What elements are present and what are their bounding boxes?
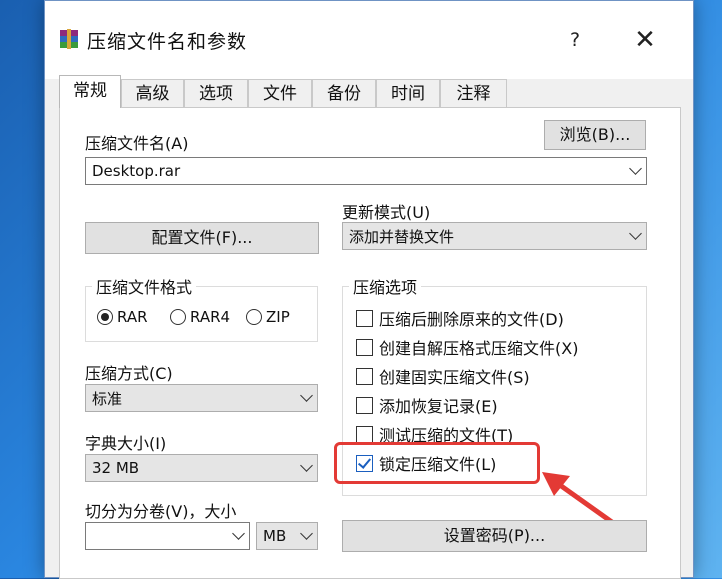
window-title: 压缩文件名和参数	[87, 31, 248, 53]
delete-after-label: 压缩后删除原来的文件(D)	[379, 310, 564, 329]
radio-dot	[97, 309, 113, 325]
radio-dot	[170, 309, 186, 325]
method-label: 压缩方式(C)	[85, 364, 173, 383]
solid-label: 创建固实压缩文件(S)	[379, 368, 530, 387]
update-mode-value: 添加并替换文件	[349, 227, 455, 246]
checkbox-box	[356, 309, 373, 327]
chevron-down-icon	[629, 227, 642, 240]
chevron-down-icon	[629, 162, 642, 175]
dictionary-select[interactable]: 32 MB	[85, 454, 318, 482]
winrar-icon	[60, 29, 78, 49]
tab-options[interactable]: 选项	[184, 79, 248, 107]
help-button[interactable]: ?	[555, 25, 595, 55]
title-bar[interactable]: 压缩文件名和参数 ? ✕	[45, 1, 693, 79]
update-mode-label: 更新模式(U)	[342, 203, 431, 222]
tab-backup[interactable]: 备份	[312, 79, 376, 107]
archive-name-label: 压缩文件名(A)	[85, 134, 189, 153]
radio-rar[interactable]: RAR	[97, 308, 148, 326]
update-mode-select[interactable]: 添加并替换文件	[342, 222, 647, 250]
radio-rar-label: RAR	[117, 308, 148, 326]
split-label: 切分为分卷(V)，大小	[85, 502, 237, 521]
profiles-button[interactable]: 配置文件(F)...	[85, 222, 319, 254]
radio-zip[interactable]: ZIP	[246, 308, 290, 326]
radio-rar4[interactable]: RAR4	[170, 308, 230, 326]
recovery-checkbox[interactable]: 添加恢复记录(E)	[356, 393, 498, 417]
format-group-title: 压缩文件格式	[92, 274, 197, 298]
dictionary-label: 字典大小(I)	[85, 434, 167, 453]
checkbox-box	[356, 367, 373, 385]
sfx-label: 创建自解压格式压缩文件(X)	[379, 339, 579, 358]
delete-after-checkbox[interactable]: 压缩后删除原来的文件(D)	[356, 306, 564, 330]
dictionary-value: 32 MB	[92, 459, 140, 477]
solid-checkbox[interactable]: 创建固实压缩文件(S)	[356, 364, 530, 388]
chevron-down-icon	[232, 527, 245, 540]
chevron-down-icon	[300, 389, 313, 402]
split-unit-value: MB	[263, 527, 287, 545]
highlight-annotation	[334, 442, 540, 484]
checkbox-box	[356, 396, 373, 414]
split-size-combo[interactable]	[85, 522, 250, 550]
tab-time[interactable]: 时间	[376, 79, 440, 107]
close-button[interactable]: ✕	[625, 23, 665, 57]
archive-name-combo[interactable]: Desktop.rar	[85, 157, 647, 185]
set-password-button[interactable]: 设置密码(P)...	[342, 520, 647, 552]
archive-name-value: Desktop.rar	[92, 162, 181, 180]
chevron-down-icon	[300, 527, 313, 540]
archive-dialog: 压缩文件名和参数 ? ✕ 常规 高级 选项 文件 备份 时间 注释 压缩文件名(…	[44, 0, 694, 579]
browse-button[interactable]: 浏览(B)...	[544, 120, 646, 150]
checkbox-box	[356, 338, 373, 356]
tab-files[interactable]: 文件	[248, 79, 312, 107]
tab-advanced[interactable]: 高级	[121, 79, 184, 107]
options-group-title: 压缩选项	[349, 274, 422, 298]
general-panel: 压缩文件名(A) 浏览(B)... Desktop.rar 更新模式(U) 配置…	[59, 107, 681, 579]
checkbox-box	[356, 425, 373, 443]
radio-zip-label: ZIP	[266, 308, 290, 326]
recovery-label: 添加恢复记录(E)	[379, 397, 498, 416]
method-value: 标准	[92, 389, 123, 408]
tab-comment[interactable]: 注释	[440, 79, 507, 107]
tab-general[interactable]: 常规	[59, 75, 121, 108]
method-select[interactable]: 标准	[85, 384, 318, 412]
radio-dot	[246, 309, 262, 325]
chevron-down-icon	[300, 459, 313, 472]
split-unit-select[interactable]: MB	[256, 522, 318, 550]
sfx-checkbox[interactable]: 创建自解压格式压缩文件(X)	[356, 335, 578, 359]
radio-rar4-label: RAR4	[190, 308, 231, 326]
